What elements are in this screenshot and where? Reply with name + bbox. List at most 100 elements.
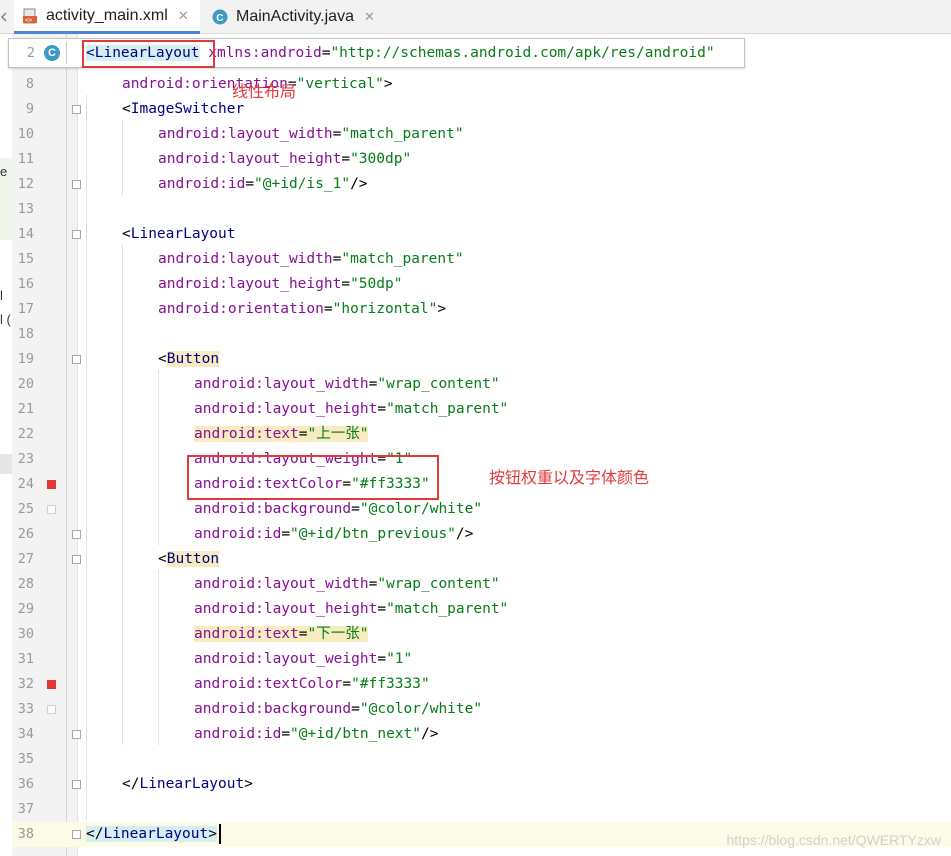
line-number: 25 xyxy=(17,501,34,517)
code-line[interactable]: 15 android:layout_width="match_parent" xyxy=(0,247,951,272)
string-value: "@color/white" xyxy=(359,701,483,717)
code-line[interactable]: 19 <Button xyxy=(0,347,951,372)
punctuation: = xyxy=(298,426,308,442)
punctuation: = xyxy=(281,526,291,542)
color-swatch-icon[interactable] xyxy=(47,480,56,489)
line-number: 21 xyxy=(17,401,34,417)
code-line[interactable]: 22 android:text="上一张" xyxy=(0,422,951,447)
punctuation: = xyxy=(377,601,387,617)
line-number: 23 xyxy=(17,451,34,467)
punctuation: = xyxy=(377,401,387,417)
code-line[interactable]: 36 </LinearLayout> xyxy=(0,772,951,797)
punctuation: /> xyxy=(350,176,368,192)
line-number: 36 xyxy=(17,776,34,792)
code-line[interactable]: 16 android:layout_height="50dp" xyxy=(0,272,951,297)
string-value: "match_parent" xyxy=(341,251,464,267)
code-line[interactable]: 28 android:layout_width="wrap_content" xyxy=(0,572,951,597)
punctuation: </ xyxy=(122,776,140,792)
punctuation: = xyxy=(281,726,291,742)
punctuation: > xyxy=(383,76,393,92)
code-line[interactable]: 17 android:orientation="horizontal"> xyxy=(0,297,951,322)
code-line[interactable]: 18 xyxy=(0,322,951,347)
tab-activity-main-xml[interactable]: <> activity_main.xml ✕ xyxy=(14,0,200,34)
fold-toggle-icon[interactable] xyxy=(72,830,81,839)
fold-toggle-icon[interactable] xyxy=(72,780,81,789)
tab-label: activity_main.xml xyxy=(46,6,168,24)
line-number: 20 xyxy=(17,376,34,392)
tab-label: MainActivity.java xyxy=(236,8,354,25)
code-line[interactable]: 25 android:background="@color/white" xyxy=(0,497,951,522)
line-number: 10 xyxy=(17,126,34,142)
fold-toggle-icon[interactable] xyxy=(72,530,81,539)
fold-toggle-icon[interactable] xyxy=(72,355,81,364)
code-text: android:background="@color/white" xyxy=(194,697,482,722)
string-value: "300dp" xyxy=(350,151,412,167)
code-line[interactable]: 23 android:layout_weight="1" xyxy=(0,447,951,472)
code-text: android:text="下一张" xyxy=(194,622,369,647)
punctuation: > xyxy=(244,776,253,792)
attribute: android:layout_width xyxy=(194,376,369,392)
code-line[interactable]: 32 android:textColor="#ff3333" xyxy=(0,672,951,697)
code-line[interactable]: 26 android:id="@+id/btn_previous"/> xyxy=(0,522,951,547)
code-line[interactable]: 37 xyxy=(0,797,951,822)
class-badge-icon: C xyxy=(44,45,60,61)
string-value: "@+id/btn_previous" xyxy=(290,526,456,542)
code-text: android:layout_width="match_parent" xyxy=(158,247,464,272)
java-class-icon: C xyxy=(212,9,228,25)
code-line[interactable]: 8 android:orientation="vertical"> xyxy=(0,72,951,97)
attribute: android:text xyxy=(194,426,299,442)
attribute: android:layout_width xyxy=(194,576,369,592)
line-number: 11 xyxy=(17,151,34,167)
code-line[interactable]: 29 android:layout_height="match_parent" xyxy=(0,597,951,622)
code-line[interactable]: 31 android:layout_weight="1" xyxy=(0,647,951,672)
attribute: android:ori xyxy=(122,76,219,92)
punctuation: = xyxy=(342,676,352,692)
line-number: 35 xyxy=(17,751,34,767)
code-line[interactable]: 33 android:background="@color/white" xyxy=(0,697,951,722)
close-tab-icon[interactable]: ✕ xyxy=(364,9,375,25)
code-text: <LinearLayout xyxy=(122,222,236,247)
string-value: "match_parent" xyxy=(386,401,509,417)
code-line[interactable]: 30 android:text="下一张" xyxy=(0,622,951,647)
code-line[interactable]: 24 android:textColor="#ff3333" xyxy=(0,472,951,497)
attribute: android:id xyxy=(158,176,246,192)
code-line[interactable]: 11 android:layout_height="300dp" xyxy=(0,147,951,172)
code-text: android:layout_width="wrap_content" xyxy=(194,372,500,397)
fold-toggle-icon[interactable] xyxy=(72,105,81,114)
watermark: https://blog.csdn.net/QWERTYzxw xyxy=(726,832,942,848)
fold-toggle-icon[interactable] xyxy=(72,230,81,239)
attribute: android:background xyxy=(194,701,352,717)
code-text: android:text="上一张" xyxy=(194,422,369,447)
fold-toggle-icon[interactable] xyxy=(72,555,81,564)
tag-name: Button xyxy=(166,351,220,367)
badge-letter: C xyxy=(48,47,56,59)
close-tab-icon[interactable]: ✕ xyxy=(178,8,189,24)
code-line[interactable]: 14 <LinearLayout xyxy=(0,222,951,247)
string-value: "下一张" xyxy=(307,626,369,642)
code-line[interactable]: 10 android:layout_width="match_parent" xyxy=(0,122,951,147)
tab-mainactivity-java[interactable]: C MainActivity.java ✕ xyxy=(204,0,390,34)
code-line[interactable]: 27 <Button xyxy=(0,547,951,572)
fold-toggle-icon[interactable] xyxy=(72,730,81,739)
fold-toggle-icon[interactable] xyxy=(72,180,81,189)
color-swatch-icon[interactable] xyxy=(47,680,56,689)
color-swatch-icon[interactable] xyxy=(47,705,56,714)
code-line[interactable]: 20 android:layout_width="wrap_content" xyxy=(0,372,951,397)
code-text: android:layout_height="match_parent" xyxy=(194,397,508,422)
punctuation: = xyxy=(351,701,360,717)
code-line[interactable]: 35 xyxy=(0,747,951,772)
tab-scroll-left-icon[interactable] xyxy=(0,0,8,34)
code-line[interactable]: 13 xyxy=(0,197,951,222)
string-value: "wrap_content" xyxy=(377,376,500,392)
code-line[interactable]: 34 android:id="@+id/btn_next"/> xyxy=(0,722,951,747)
punctuation: < xyxy=(122,226,131,242)
tag-name: Button xyxy=(166,551,220,567)
tag-name: LinearLayout xyxy=(103,826,209,842)
punctuation: > xyxy=(437,301,447,317)
code-line[interactable]: 12 android:id="@+id/is_1"/> xyxy=(0,172,951,197)
code-line[interactable]: 9 <ImageSwitcher xyxy=(0,97,951,122)
color-swatch-icon[interactable] xyxy=(47,505,56,514)
code-line[interactable]: 21 android:layout_height="match_parent" xyxy=(0,397,951,422)
string-value: "match_parent" xyxy=(341,126,464,142)
line-number: 19 xyxy=(17,351,34,367)
